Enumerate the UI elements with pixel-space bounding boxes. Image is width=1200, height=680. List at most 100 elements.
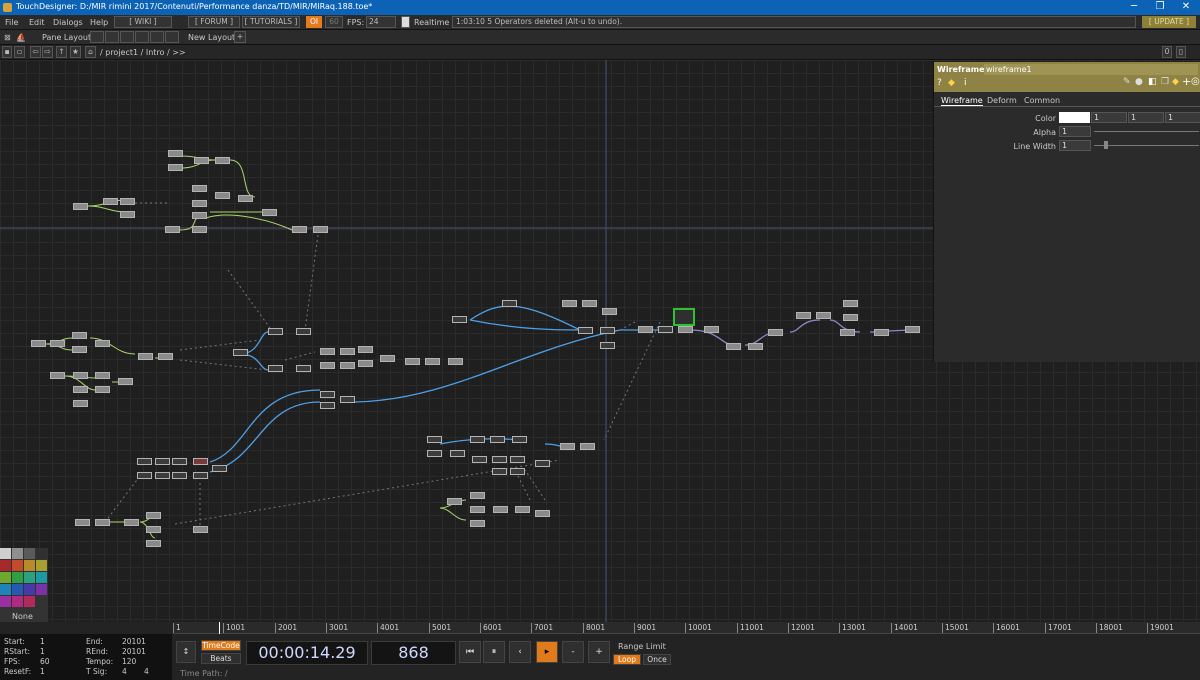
layout-1-button[interactable] — [90, 31, 104, 43]
fps-value[interactable]: 60 — [40, 657, 50, 666]
operator-node[interactable] — [320, 391, 335, 398]
wiki-button[interactable]: [ WIKI ] — [114, 16, 172, 28]
palette-swatch[interactable] — [12, 548, 23, 559]
operator-node[interactable] — [602, 308, 617, 315]
minimize-button[interactable]: ─ — [1122, 1, 1146, 12]
color-g-field[interactable]: 1 — [1128, 112, 1164, 123]
operator-node[interactable] — [600, 342, 615, 349]
tab-common[interactable]: Common — [1024, 96, 1060, 105]
tutorials-button[interactable]: [ TUTORIALS ] — [242, 16, 300, 28]
line-width-slider-handle[interactable] — [1104, 141, 1108, 149]
info-icon[interactable]: i — [964, 78, 967, 88]
operator-node[interactable] — [470, 436, 485, 443]
operator-node[interactable] — [296, 365, 311, 372]
operator-node[interactable] — [31, 340, 46, 347]
palette-swatch[interactable] — [0, 560, 11, 571]
operator-node[interactable] — [120, 211, 135, 218]
operator-node[interactable] — [165, 226, 180, 233]
palette-swatch[interactable] — [24, 572, 35, 583]
operator-node[interactable] — [193, 526, 208, 533]
operator-node-selected[interactable] — [233, 349, 248, 356]
operator-node[interactable] — [340, 362, 355, 369]
operator-node[interactable] — [95, 372, 110, 379]
start-value[interactable]: 1 — [40, 637, 45, 646]
operator-node[interactable] — [502, 300, 517, 307]
operator-node[interactable] — [146, 540, 161, 547]
home-icon[interactable]: ⊠ — [4, 33, 11, 42]
operator-node[interactable] — [580, 443, 595, 450]
parent-icon[interactable]: ↑ — [56, 46, 67, 58]
palette-swatch[interactable] — [12, 584, 23, 595]
operator-node[interactable] — [146, 526, 161, 533]
palette-swatch[interactable] — [0, 572, 11, 583]
tsig-b[interactable]: 4 — [144, 667, 149, 676]
operator-node[interactable] — [73, 203, 88, 210]
operator-node[interactable] — [296, 328, 311, 335]
back-icon[interactable]: ⇦ — [30, 46, 41, 58]
step-back-button[interactable]: ‹ — [509, 641, 531, 663]
operator-node[interactable] — [73, 372, 88, 379]
menu-edit[interactable]: Edit — [29, 18, 45, 27]
pane-split-button[interactable]: ▯ — [1176, 46, 1186, 58]
operator-node[interactable] — [874, 329, 889, 336]
palette-swatch[interactable] — [12, 596, 23, 607]
operator-node[interactable] — [905, 326, 920, 333]
palette-swatch[interactable] — [24, 560, 35, 571]
operator-node[interactable] — [50, 340, 65, 347]
operator-node[interactable] — [320, 362, 335, 369]
layout-3-button[interactable] — [120, 31, 134, 43]
play-button[interactable]: ▸ — [536, 641, 558, 663]
operator-node[interactable] — [215, 192, 230, 199]
operator-node[interactable] — [193, 472, 208, 479]
settings-icon[interactable]: ◎ — [1191, 76, 1200, 87]
clone-icon[interactable]: ❐ — [1161, 77, 1169, 87]
operator-node[interactable] — [320, 402, 335, 409]
wireframe1-node-active[interactable] — [673, 308, 695, 326]
line-width-field[interactable]: 1 — [1059, 140, 1091, 151]
operator-node[interactable] — [120, 198, 135, 205]
palette-swatch[interactable] — [36, 548, 47, 559]
alpha-field[interactable]: 1 — [1059, 126, 1091, 137]
operator-node[interactable] — [726, 343, 741, 350]
operator-node[interactable] — [748, 343, 763, 350]
operator-node[interactable] — [95, 340, 110, 347]
menu-help[interactable]: Help — [90, 18, 108, 27]
operator-node[interactable] — [816, 312, 831, 319]
operator-node[interactable] — [95, 386, 110, 393]
operator-node[interactable] — [704, 326, 719, 333]
operator-node[interactable] — [490, 436, 505, 443]
operator-node[interactable] — [137, 458, 152, 465]
operator-node[interactable] — [492, 468, 507, 475]
operator-node[interactable] — [192, 212, 207, 219]
operator-node[interactable] — [535, 460, 550, 467]
layout-5-button[interactable] — [150, 31, 164, 43]
operator-node[interactable] — [75, 519, 90, 526]
add-layout-button[interactable]: + — [234, 31, 246, 43]
operator-node[interactable] — [340, 396, 355, 403]
forward-icon[interactable]: ⇨ — [42, 46, 53, 58]
operator-node[interactable] — [450, 450, 465, 457]
operator-node[interactable] — [103, 198, 118, 205]
operator-node[interactable] — [358, 346, 373, 353]
operator-node[interactable] — [562, 300, 577, 307]
operator-node[interactable] — [292, 226, 307, 233]
operator-node[interactable] — [600, 327, 615, 334]
operator-node[interactable] — [313, 226, 328, 233]
increment-button[interactable]: + — [588, 641, 610, 663]
edit-icon[interactable]: ✎ — [1123, 77, 1131, 87]
add-icon[interactable]: + — [1182, 75, 1191, 88]
operator-node[interactable] — [194, 157, 209, 164]
line-width-slider[interactable] — [1094, 145, 1199, 146]
realtime-checkbox[interactable] — [401, 16, 410, 28]
operator-node[interactable] — [262, 209, 277, 216]
tab-deform[interactable]: Deform — [987, 96, 1017, 105]
operator-node[interactable] — [427, 436, 442, 443]
viewer-icon[interactable]: ◧ — [1148, 77, 1157, 87]
operator-node[interactable] — [510, 468, 525, 475]
operator-node[interactable] — [192, 226, 207, 233]
operator-node[interactable] — [193, 458, 208, 465]
operator-node[interactable] — [448, 358, 463, 365]
operator-node[interactable] — [510, 456, 525, 463]
operator-node[interactable] — [124, 519, 139, 526]
operator-node[interactable] — [425, 358, 440, 365]
